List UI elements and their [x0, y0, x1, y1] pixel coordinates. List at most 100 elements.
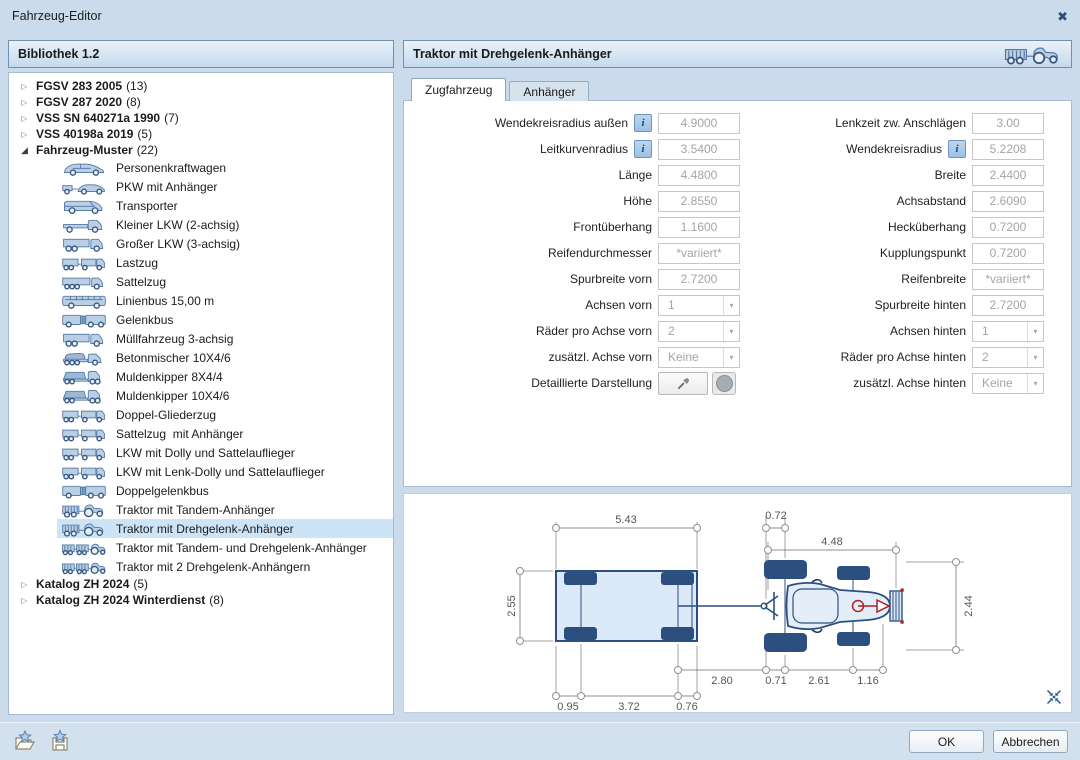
tree-item[interactable]: Linienbus 15,00 m: [57, 291, 393, 310]
chevron-down-icon[interactable]: ▾: [723, 295, 739, 315]
field-label: Frontüberhang: [573, 220, 652, 234]
field-select[interactable]: 2 ▾: [658, 320, 740, 342]
tree-item[interactable]: Doppel-Gliederzug: [57, 405, 393, 424]
field-input[interactable]: 2.8550: [658, 190, 740, 212]
tree-item[interactable]: Großer LKW (3-achsig): [57, 234, 393, 253]
tree-item[interactable]: Gelenkbus: [57, 310, 393, 329]
pipette-icon: [677, 377, 689, 389]
tree-item[interactable]: Muldenkipper 10X4/6: [57, 386, 393, 405]
tree-expander-icon[interactable]: ▷: [21, 596, 36, 605]
field-input[interactable]: 3.00: [972, 112, 1044, 134]
tree-item[interactable]: Traktor mit Drehgelenk-Anhänger: [57, 519, 393, 538]
ok-button[interactable]: OK: [909, 730, 984, 753]
tree-expander-icon[interactable]: ▷: [21, 98, 36, 107]
vehicle-icon: [60, 349, 108, 366]
tree-item[interactable]: LKW mit Dolly und Sattelauflieger: [57, 443, 393, 462]
tree-item-label: Sattelzug: [116, 274, 167, 289]
chevron-down-icon[interactable]: ▾: [1027, 347, 1043, 367]
tree-item[interactable]: Sattelzug: [57, 272, 393, 291]
field-select[interactable]: 1 ▾: [658, 294, 740, 316]
field-input[interactable]: 2.7200: [972, 294, 1044, 316]
fit-view-icon[interactable]: [1046, 689, 1062, 705]
tree-group-label: FGSV 283 2005: [36, 79, 123, 93]
form-row: Frontüberhang 1.1600: [410, 214, 740, 240]
field-input[interactable]: 3.5400: [658, 138, 740, 160]
tree-item[interactable]: Muldenkipper 8X4/4: [57, 367, 393, 386]
cancel-button[interactable]: Abbrechen: [993, 730, 1068, 753]
tree-item[interactable]: Traktor mit Tandem-Anhänger: [57, 500, 393, 519]
dim-tractor-front-overhang: 1.16: [857, 675, 878, 687]
field-input[interactable]: 1.1600: [658, 216, 740, 238]
form-row: zusätzl. Achse hinten Keine ▾: [742, 370, 1044, 396]
tree-item[interactable]: Doppelgelenkbus: [57, 481, 393, 500]
tree-item[interactable]: PKW mit Anhänger: [57, 177, 393, 196]
vehicle-icon: [60, 292, 108, 309]
dim-trailer-wheelbase: 3.72: [618, 701, 639, 713]
tree-expander-icon[interactable]: ▷: [21, 580, 36, 589]
tree-item[interactable]: Transporter: [57, 196, 393, 215]
tree-group-label: Fahrzeug-Muster: [36, 143, 133, 157]
chevron-down-icon[interactable]: ▾: [723, 347, 739, 367]
tree-expander-icon[interactable]: ▷: [21, 114, 36, 123]
vehicle-icon: [60, 501, 108, 518]
field-input[interactable]: 2.7200: [658, 268, 740, 290]
tree-item[interactable]: Kleiner LKW (2-achsig): [57, 215, 393, 234]
tree-item[interactable]: Lastzug: [57, 253, 393, 272]
tab-anhaenger[interactable]: Anhänger: [509, 81, 590, 101]
tree-item-label: Personenkraftwagen: [116, 160, 227, 175]
tree-expander-icon[interactable]: ◢: [21, 145, 36, 156]
tree-item[interactable]: Betonmischer 10X4/6: [57, 348, 393, 367]
open-favorite-button[interactable]: [12, 729, 38, 755]
form-row: Spurbreite hinten 2.7200: [742, 292, 1044, 318]
tab-zugfahrzeug[interactable]: Zugfahrzeug: [411, 78, 507, 101]
field-input[interactable]: 4.9000: [658, 112, 740, 134]
field-input[interactable]: *variiert*: [658, 242, 740, 264]
tree-item-label: Linienbus 15,00 m: [116, 293, 215, 308]
tree-group[interactable]: ▷ Katalog ZH 2024 (5): [9, 576, 393, 592]
field-input[interactable]: 4.4800: [658, 164, 740, 186]
field-input[interactable]: *variiert*: [972, 268, 1044, 290]
tree-group[interactable]: ▷ FGSV 287 2020 (8): [9, 94, 393, 110]
field-input[interactable]: 0.7200: [972, 242, 1044, 264]
vehicle-icon: [60, 463, 108, 480]
tree-item-label: Transporter: [116, 198, 178, 213]
tree-group[interactable]: ▷ VSS 40198a 2019 (5): [9, 126, 393, 142]
tree-group[interactable]: ▷ FGSV 283 2005 (13): [9, 78, 393, 94]
select-value: 1: [668, 298, 675, 312]
form-row: Wendekreisradius außen i 4.9000: [410, 110, 740, 136]
tree-group-label: Katalog ZH 2024 Winterdienst: [36, 593, 206, 607]
color-dot-button[interactable]: [712, 371, 736, 395]
tree-item[interactable]: Müllfahrzeug 3-achsig: [57, 329, 393, 348]
field-select[interactable]: 1 ▾: [972, 320, 1044, 342]
tree-group[interactable]: ▷ VSS SN 640271a 1990 (7): [9, 110, 393, 126]
tree-expander-icon[interactable]: ▷: [21, 130, 36, 139]
select-value: 1: [982, 324, 989, 338]
field-select[interactable]: Keine ▾: [658, 346, 740, 368]
tree-item[interactable]: Personenkraftwagen: [57, 158, 393, 177]
field-input[interactable]: 2.6090: [972, 190, 1044, 212]
pipette-button[interactable]: [658, 371, 708, 395]
chevron-down-icon[interactable]: ▾: [1027, 373, 1043, 393]
field-input[interactable]: 5.2208: [972, 138, 1044, 160]
info-icon[interactable]: i: [634, 114, 652, 132]
info-icon[interactable]: i: [948, 140, 966, 158]
tree-group[interactable]: ▷ Katalog ZH 2024 Winterdienst (8): [9, 592, 393, 608]
tree-item[interactable]: Traktor mit Tandem- und Drehgelenk-Anhän…: [57, 538, 393, 557]
field-input[interactable]: 2.4400: [972, 164, 1044, 186]
tree-item[interactable]: Traktor mit 2 Drehgelenk-Anhängern: [57, 557, 393, 576]
tree-item-label: Doppel-Gliederzug: [116, 407, 217, 422]
tree-item-label: Großer LKW (3-achsig): [116, 236, 241, 251]
tree-item[interactable]: Sattelzug mit Anhänger: [57, 424, 393, 443]
chevron-down-icon[interactable]: ▾: [1027, 321, 1043, 341]
field-select[interactable]: 2 ▾: [972, 346, 1044, 368]
chevron-down-icon[interactable]: ▾: [723, 321, 739, 341]
tree-item[interactable]: LKW mit Lenk-Dolly und Sattelauflieger: [57, 462, 393, 481]
info-icon[interactable]: i: [634, 140, 652, 158]
save-favorite-button[interactable]: [47, 728, 73, 755]
close-icon[interactable]: ✖: [1057, 10, 1068, 23]
vehicle-icon: [60, 368, 108, 385]
tree-group[interactable]: ◢ Fahrzeug-Muster (22): [9, 142, 393, 158]
field-select[interactable]: Keine ▾: [972, 372, 1044, 394]
tree-expander-icon[interactable]: ▷: [21, 82, 36, 91]
field-input[interactable]: 0.7200: [972, 216, 1044, 238]
